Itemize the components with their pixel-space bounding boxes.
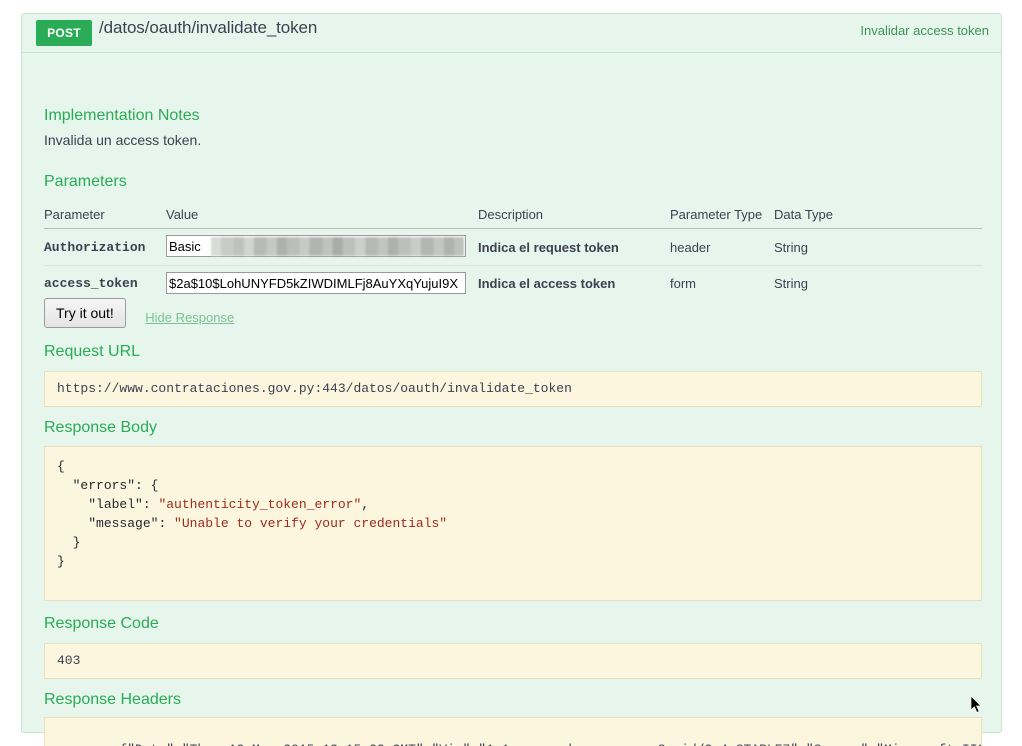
column-header-description: Description (478, 203, 670, 229)
operation-body: Implementation Notes Invalida un access … (22, 53, 1001, 746)
parameter-name-authorization: Authorization (44, 240, 146, 255)
response-headers-title: Response Headers (44, 691, 181, 708)
response-headers-box: {"Date":"Thu, 12 Mar 2015 13:15:22 GMT",… (44, 717, 982, 746)
hide-response-link[interactable]: Hide Response (145, 310, 234, 325)
implementation-notes-text: Invalida un access token. (44, 132, 202, 148)
parameters-title: Parameters (44, 173, 127, 190)
column-header-parameter: Parameter (44, 203, 166, 229)
parameter-type-access-token: form (670, 275, 696, 291)
http-method-badge: POST (36, 20, 92, 46)
data-type-access-token: String (774, 275, 808, 291)
access-token-input[interactable] (166, 272, 466, 294)
operation-panel: POST /datos/oauth/invalidate_token Inval… (21, 13, 1002, 746)
parameter-description-access-token: Indica el access token (478, 275, 616, 291)
authorization-value-wrapper (166, 235, 468, 259)
response-body-value: { "errors": { "label": "authenticity_tok… (44, 446, 982, 601)
parameter-description-authorization: Indica el request token (478, 239, 619, 255)
column-header-parameter-type: Parameter Type (670, 203, 774, 229)
parameter-name-access-token: access_token (44, 276, 138, 291)
parameter-type-authorization: header (670, 239, 711, 255)
actions-row: Try it out! Hide Response (44, 298, 234, 332)
authorization-input[interactable] (166, 235, 466, 257)
data-type-authorization: String (774, 239, 808, 255)
table-row: Authorization Indica el request token he… (44, 228, 982, 266)
response-headers-value: {"Date":"Thu, 12 Mar 2015 13:15:22 GMT",… (119, 742, 981, 746)
response-code-title: Response Code (44, 615, 159, 632)
request-url-title: Request URL (44, 343, 141, 360)
response-body-title: Response Body (44, 419, 157, 436)
response-code-value: 403 (44, 643, 982, 679)
column-header-data-type: Data Type (774, 203, 982, 229)
request-url-value: https://www.contrataciones.gov.py:443/da… (44, 371, 982, 407)
operation-heading[interactable]: POST /datos/oauth/invalidate_token Inval… (22, 14, 1001, 53)
parameters-header-row: Parameter Value Description Parameter Ty… (44, 203, 982, 229)
operation-path[interactable]: /datos/oauth/invalidate_token (99, 18, 317, 38)
implementation-notes-title: Implementation Notes (44, 107, 200, 124)
operation-summary: Invalidar access token (860, 23, 989, 38)
try-it-out-button[interactable]: Try it out! (44, 298, 126, 328)
parameters-table: Parameter Value Description Parameter Ty… (44, 203, 982, 300)
swagger-ui-page: POST /datos/oauth/invalidate_token Inval… (0, 0, 1022, 746)
table-row: access_token Indica el access token form… (44, 266, 982, 301)
column-header-value: Value (166, 203, 478, 229)
